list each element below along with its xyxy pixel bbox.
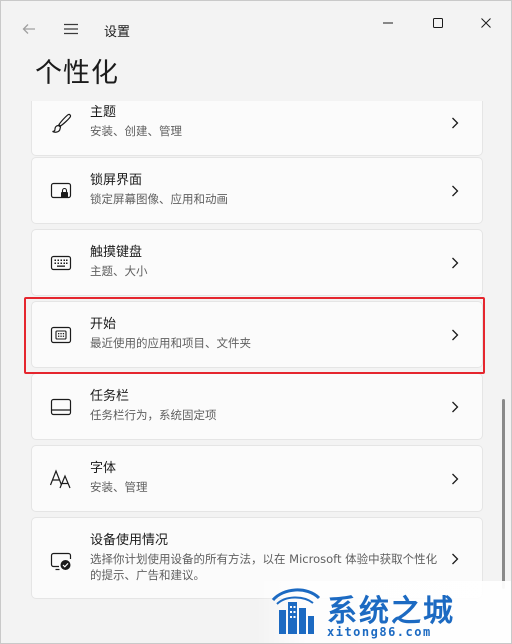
setting-item-theme[interactable]: 主题 安装、创建、管理 [31, 101, 483, 156]
setting-item-subtitle: 最近使用的应用和项目、文件夹 [90, 336, 251, 350]
chevron-right-icon [448, 184, 462, 198]
taskbar-icon [48, 394, 74, 420]
keyboard-icon [48, 250, 74, 276]
watermark-name: 系统之城 [327, 594, 455, 629]
watermark-logo-icon [269, 584, 321, 638]
setting-item-subtitle: 锁定屏幕图像、应用和动画 [90, 192, 228, 206]
page-title: 个性化 [35, 58, 119, 89]
fonts-icon [48, 466, 74, 492]
chevron-right-icon [448, 328, 462, 342]
setting-item-title: 锁屏界面 [90, 173, 143, 188]
lock-screen-icon [48, 178, 74, 204]
chevron-right-icon [448, 116, 462, 130]
setting-item-lock-screen[interactable]: 锁屏界面 锁定屏幕图像、应用和动画 [31, 157, 483, 224]
close-icon[interactable] [463, 9, 509, 37]
settings-list: 主题 安装、创建、管理 锁屏界面 锁定屏幕图像、应用和动画 触摸键盘 主题、大小… [31, 101, 483, 643]
chevron-right-icon [448, 256, 462, 270]
scrollbar[interactable] [502, 399, 505, 589]
chevron-right-icon [448, 472, 462, 486]
setting-item-title: 触摸键盘 [90, 245, 143, 260]
minimize-icon[interactable] [365, 9, 411, 37]
setting-item-title: 设备使用情况 [90, 533, 169, 548]
setting-item-title: 字体 [90, 461, 117, 476]
hamburger-menu-icon[interactable] [59, 17, 83, 41]
brush-icon [48, 110, 74, 136]
setting-item-taskbar[interactable]: 任务栏 任务栏行为，系统固定项 [31, 373, 483, 440]
watermark-url: xitong86.com [327, 625, 432, 639]
setting-item-title: 任务栏 [90, 389, 130, 404]
setting-item-fonts[interactable]: 字体 安装、管理 [31, 445, 483, 512]
start-menu-icon [48, 322, 74, 348]
settings-window: 设置 个性化 主题 安装、创建、管理 锁屏界面 锁定屏幕图像、应用和动画 触摸键… [0, 0, 512, 644]
setting-item-start[interactable]: 开始 最近使用的应用和项目、文件夹 [31, 301, 483, 368]
maximize-icon[interactable] [415, 9, 461, 37]
setting-item-title: 主题 [90, 105, 117, 120]
chevron-right-icon [448, 552, 462, 566]
setting-item-subtitle: 任务栏行为，系统固定项 [90, 408, 217, 422]
setting-item-title: 开始 [90, 317, 117, 332]
back-arrow-icon[interactable] [17, 17, 41, 41]
device-usage-icon [48, 548, 74, 574]
window-title: 设置 [104, 25, 131, 40]
setting-item-subtitle: 安装、创建、管理 [90, 124, 182, 138]
setting-item-touch-keyboard[interactable]: 触摸键盘 主题、大小 [31, 229, 483, 296]
setting-item-subtitle: 安装、管理 [90, 480, 148, 494]
title-bar: 设置 [1, 1, 511, 45]
chevron-right-icon [448, 400, 462, 414]
setting-item-subtitle: 选择你计划使用设备的所有方法，以在 Microsoft 体验中获取个性化的提示、… [90, 552, 438, 582]
setting-item-subtitle: 主题、大小 [90, 264, 148, 278]
